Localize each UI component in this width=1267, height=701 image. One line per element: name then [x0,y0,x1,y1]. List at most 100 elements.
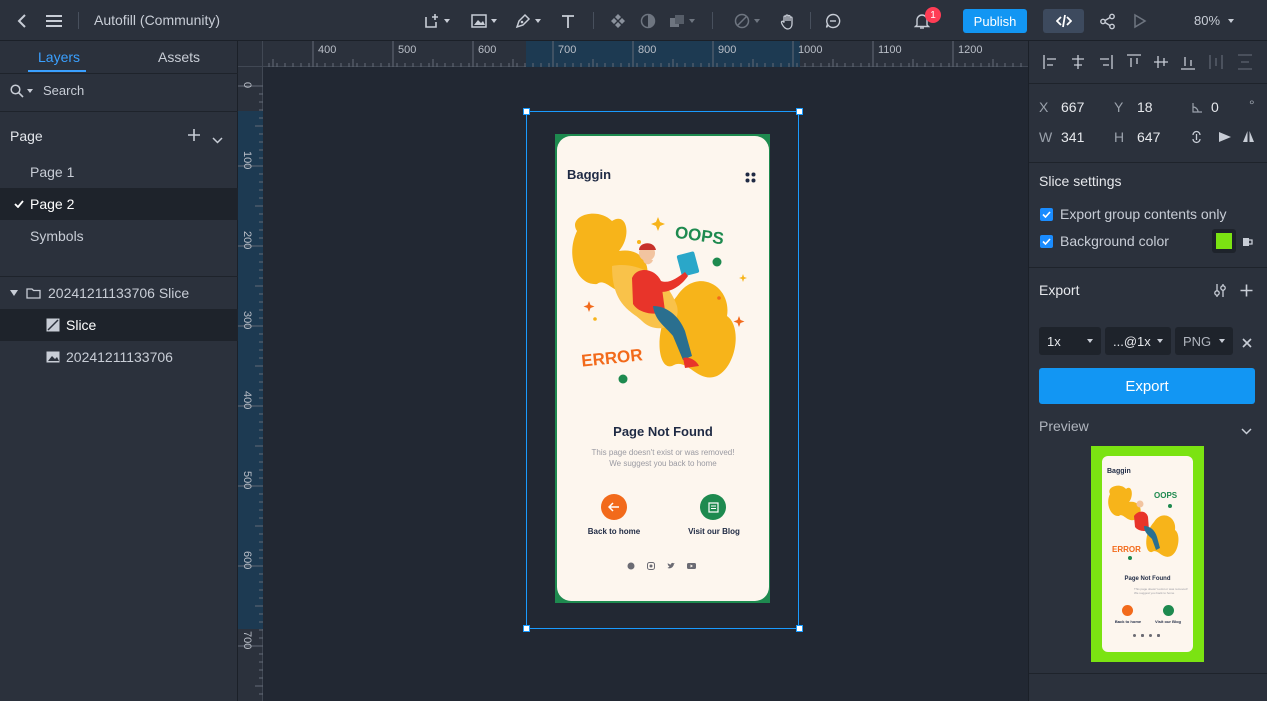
ruler-label: 700 [558,44,577,56]
export-group-label: Export group contents only [1060,206,1227,222]
subtext-line: This page doesn't exist or was removed! [591,448,735,457]
export-format-select[interactable]: PNG [1175,327,1233,355]
active-tab-indicator [28,70,86,72]
back-icon[interactable] [14,11,30,31]
expand-icon[interactable] [10,290,18,296]
resize-handle[interactable] [523,625,530,632]
preview-back-label: Back to home [1114,619,1142,624]
preview-brand: Baggin [1107,468,1131,475]
export-group-checkbox[interactable] [1040,208,1053,221]
dev-mode-button[interactable] [1043,9,1084,33]
ruler-label: 700 [241,631,253,650]
background-color-label: Background color [1060,233,1169,249]
twitter-icon[interactable] [667,562,675,570]
page-item-2[interactable]: Page 2 [0,188,238,220]
page-heading: Page Not Found [613,424,713,439]
ruler-label: 600 [478,44,497,56]
error-page-mockup[interactable]: Baggin OOPS ERROR Page Not Found This pa… [557,136,769,601]
horizontal-ruler: 400 500 600 700 800 900 1000 1100 1200 [238,41,1028,67]
background-color-swatch[interactable] [1212,229,1236,253]
menu-icon[interactable] [45,11,63,31]
ruler-label: 500 [241,471,253,490]
layer-label: 20241211133706 [66,349,173,365]
layer-label: 20241211133706 Slice [48,285,190,301]
layer-image[interactable]: 20241211133706 [0,341,238,373]
preview-illustration: OOPS ERROR [1108,485,1179,560]
notification-badge: 1 [925,7,941,23]
tab-assets[interactable]: Assets [158,49,200,65]
youtube-icon[interactable] [687,562,696,570]
eyedropper-icon[interactable] [1242,235,1254,250]
social-links [627,562,696,570]
file-title[interactable]: Autofill (Community) [94,12,220,28]
image-icon [46,351,60,363]
constrain-proportions-icon[interactable] [1190,130,1203,147]
instagram-icon[interactable] [647,562,655,570]
rotation-input[interactable]: 0 [1211,99,1219,115]
preview-subtext-line: We suggest you back to home [1134,591,1175,595]
left-panel: Layers Assets Search Page Page 1 Page 2 … [0,41,238,701]
export-button[interactable]: Export [1039,368,1255,404]
component-icon[interactable] [610,11,626,31]
frame-tool-icon[interactable] [424,11,450,31]
visit-blog-button[interactable] [700,494,726,520]
x-label: X [1039,99,1049,115]
zoom-dropdown[interactable]: 80% [1194,13,1235,28]
preview-blog-button [1163,605,1174,616]
remove-export-icon[interactable] [1242,336,1252,351]
play-icon[interactable] [1133,11,1147,31]
export-scale-select[interactable]: 1x [1039,327,1101,355]
facebook-icon [1133,634,1136,637]
vertical-ruler: 0 100 200 300 400 500 600 700 [238,67,263,701]
disable-icon[interactable] [734,11,760,31]
preview-social-links [1133,634,1160,637]
ruler-label: 1000 [798,44,823,56]
facebook-icon[interactable] [627,562,635,570]
search-icon [10,83,24,98]
collapse-preview-icon[interactable] [1241,423,1252,438]
comment-icon[interactable] [825,11,841,31]
background-color-checkbox[interactable] [1040,235,1053,248]
visit-blog-label: Visit our Blog [688,527,740,536]
collapse-pages-icon[interactable] [212,132,223,147]
resize-handle[interactable] [796,625,803,632]
app-window: Autofill (Community) 1 Publish 80% Layer… [0,0,1267,701]
ruler-label: 1100 [878,44,902,56]
mask-icon[interactable] [640,11,656,31]
share-icon[interactable] [1099,11,1116,31]
h-label: H [1114,129,1125,145]
export-suffix-select[interactable]: ...@1x [1105,327,1171,355]
y-input[interactable]: 18 [1137,99,1153,115]
resize-handle[interactable] [796,108,803,115]
width-input[interactable]: 341 [1061,129,1084,145]
page-subtext: This page doesn't exist or was removed! … [557,447,769,469]
pen-tool-icon[interactable] [515,11,541,31]
height-input[interactable]: 647 [1137,129,1160,145]
page-item-1[interactable]: Page 1 [0,156,238,188]
add-page-icon[interactable] [187,128,201,145]
page-item-symbols[interactable]: Symbols [0,220,238,252]
add-export-icon[interactable] [1240,284,1253,300]
back-home-button[interactable] [601,494,627,520]
export-settings-icon[interactable] [1213,283,1227,301]
hand-tool-icon[interactable] [780,11,796,31]
ruler-label: 200 [241,231,253,250]
flip-vertical-icon[interactable] [1242,130,1255,146]
layer-group[interactable]: 20241211133706 Slice [0,277,238,309]
tab-layers[interactable]: Layers [38,49,80,65]
preview-error: ERROR [1112,545,1141,554]
layer-search[interactable]: Search [10,83,84,98]
resize-handle[interactable] [523,108,530,115]
instagram-icon [1141,634,1144,637]
text-tool-icon[interactable] [561,11,575,31]
boolean-icon[interactable] [669,11,695,31]
image-tool-icon[interactable] [471,11,497,31]
publish-button[interactable]: Publish [963,9,1027,33]
zoom-value: 80% [1194,13,1221,28]
export-scale-value: 1x [1047,333,1061,349]
layer-slice[interactable]: Slice [0,309,238,341]
ruler-label: 800 [638,44,657,56]
x-input[interactable]: 667 [1061,99,1084,115]
slice-icon [46,318,60,332]
flip-horizontal-icon[interactable] [1218,131,1232,146]
